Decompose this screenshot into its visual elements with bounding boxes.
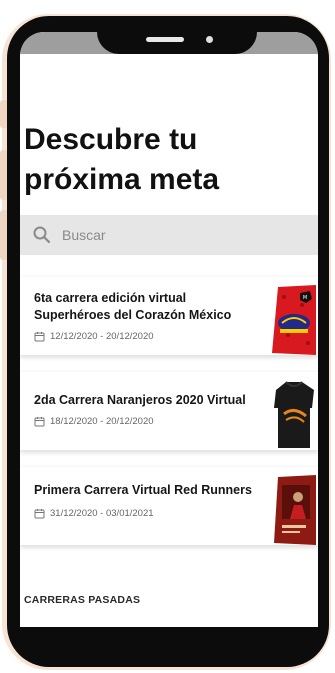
app-screen: Descubre tu próxima meta 6ta carrera edi… — [20, 32, 318, 646]
search-bar[interactable] — [20, 215, 318, 255]
camera-lens — [206, 36, 213, 43]
search-icon — [32, 225, 52, 245]
race-name: 6ta carrera edición virtual Superhéroes … — [34, 291, 232, 322]
race-poster-image — [272, 380, 316, 450]
calendar-icon — [34, 416, 45, 427]
page-title: Descubre tu próxima meta — [24, 123, 220, 196]
phone-notch — [97, 16, 257, 54]
search-input[interactable] — [60, 226, 284, 244]
calendar-icon — [34, 331, 45, 342]
speaker-grille — [146, 37, 184, 42]
race-poster-image — [272, 475, 316, 545]
race-dates: 18/12/2020 - 20/12/2020 — [34, 416, 154, 427]
race-dates-text: 31/12/2020 - 03/01/2021 — [50, 508, 154, 519]
race-name: Primera Carrera Virtual Red Runners — [34, 483, 252, 497]
calendar-icon — [34, 508, 45, 519]
bottom-bezel — [20, 627, 318, 646]
past-races-heading: CARRERAS PASADAS — [24, 594, 141, 606]
race-name: 2da Carrera Naranjeros 2020 Virtual — [34, 393, 246, 407]
svg-text:M: M — [303, 295, 307, 301]
race-card[interactable]: Primera Carrera Virtual Red Runners 31/1… — [20, 467, 318, 545]
race-dates: 12/12/2020 - 20/12/2020 — [34, 331, 154, 342]
race-dates: 31/12/2020 - 03/01/2021 — [34, 508, 154, 519]
race-dates-text: 18/12/2020 - 20/12/2020 — [50, 416, 154, 427]
race-poster-image: M — [272, 285, 316, 355]
device-mockup: Descubre tu próxima meta 6ta carrera edi… — [0, 0, 335, 673]
race-card[interactable]: 2da Carrera Naranjeros 2020 Virtual 18/1… — [20, 372, 318, 450]
race-dates-text: 12/12/2020 - 20/12/2020 — [50, 331, 154, 342]
race-card[interactable]: 6ta carrera edición virtual Superhéroes … — [20, 277, 318, 355]
